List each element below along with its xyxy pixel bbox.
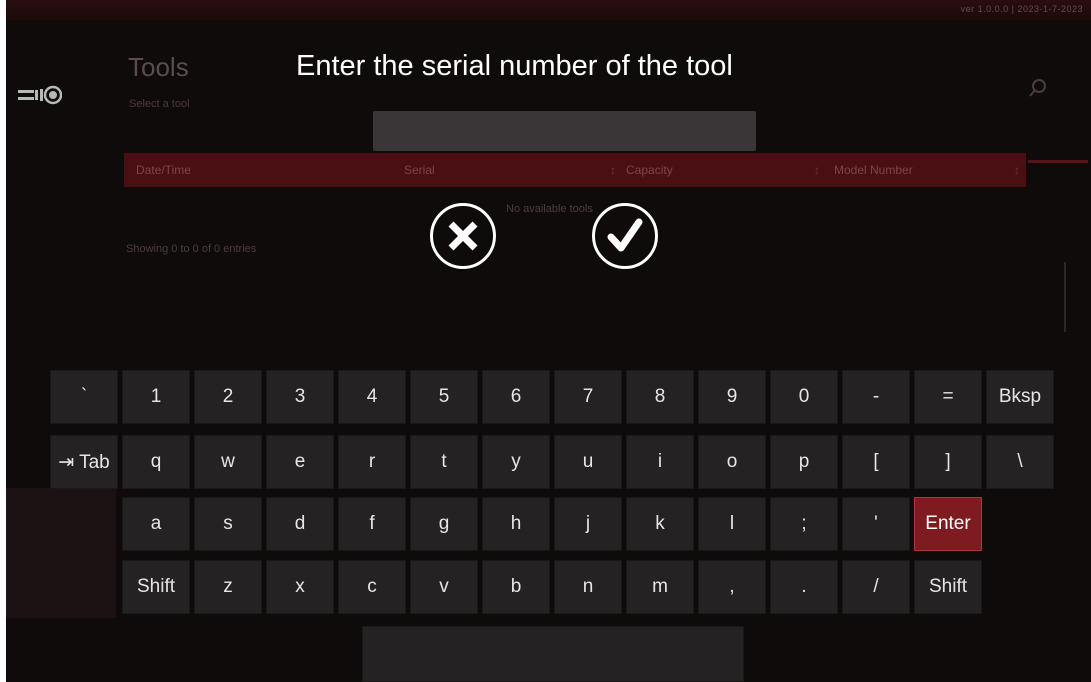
key-f[interactable]: f [338, 497, 406, 551]
key-2[interactable]: 2 [194, 370, 262, 424]
key-tab[interactable]: ⇥ Tab [50, 435, 118, 489]
cancel-button[interactable] [430, 203, 496, 269]
column-header: Date/Time [136, 163, 191, 177]
key-b[interactable]: b [482, 560, 550, 614]
key-s[interactable]: s [194, 497, 262, 551]
key-slash[interactable]: / [842, 560, 910, 614]
key-3[interactable]: 3 [266, 370, 334, 424]
key-l[interactable]: l [698, 497, 766, 551]
app-logo-icon [18, 85, 62, 105]
key-c[interactable]: c [338, 560, 406, 614]
key-w[interactable]: w [194, 435, 262, 489]
key-period[interactable]: . [770, 560, 838, 614]
key-e[interactable]: e [266, 435, 334, 489]
table-header: Date/Time Serial ↕ Capacity ↕ Model Numb… [124, 153, 1026, 187]
page-subtitle: Select a tool [129, 98, 190, 110]
key-0[interactable]: 0 [770, 370, 838, 424]
key-shift[interactable]: Shift [914, 560, 982, 614]
key-enter[interactable]: Enter [914, 497, 982, 551]
key-backslash[interactable]: \ [986, 435, 1054, 489]
key-8[interactable]: 8 [626, 370, 694, 424]
search-box [373, 111, 756, 151]
prompt-text: Enter the serial number of the tool [296, 50, 733, 82]
check-icon [607, 218, 643, 252]
key-bksp[interactable]: Bksp [986, 370, 1054, 424]
key-7[interactable]: 7 [554, 370, 622, 424]
key-g[interactable]: g [410, 497, 478, 551]
key-h[interactable]: h [482, 497, 550, 551]
version-text: ver 1.0.0.0 | 2023-1-7-2023 [960, 4, 1083, 14]
pagination-info: Showing 0 to 0 of 0 entries [126, 243, 257, 255]
key-9[interactable]: 9 [698, 370, 766, 424]
key-z[interactable]: z [194, 560, 262, 614]
app-screen: ver 1.0.0.0 | 2023-1-7-2023 Tools Select… [6, 0, 1091, 682]
side-panel [6, 488, 116, 618]
key-k[interactable]: k [626, 497, 694, 551]
column-header: Capacity [626, 163, 673, 177]
scroll-track [1064, 262, 1066, 332]
column-separator: ↕ [814, 163, 820, 177]
key-6[interactable]: 6 [482, 370, 550, 424]
key-r[interactable]: r [338, 435, 406, 489]
empty-table-text: No available tools [506, 203, 593, 215]
key-m[interactable]: m [626, 560, 694, 614]
close-icon [448, 221, 478, 251]
key-y[interactable]: y [482, 435, 550, 489]
column-header: Model Number [834, 163, 913, 177]
column-header: Serial [404, 163, 435, 177]
column-separator: ↕ [1014, 163, 1020, 177]
space-key[interactable] [362, 626, 744, 682]
key-d[interactable]: d [266, 497, 334, 551]
key-left-bracket[interactable]: [ [842, 435, 910, 489]
page-title: Tools [128, 52, 189, 82]
key-minus[interactable]: - [842, 370, 910, 424]
key-comma[interactable]: , [698, 560, 766, 614]
key-i[interactable]: i [626, 435, 694, 489]
search-icon [1029, 79, 1046, 97]
confirm-button[interactable] [592, 203, 658, 269]
key-j[interactable]: j [554, 497, 622, 551]
key-a[interactable]: a [122, 497, 190, 551]
key-quote[interactable]: ' [842, 497, 910, 551]
key-q[interactable]: q [122, 435, 190, 489]
key-x[interactable]: x [266, 560, 334, 614]
key-right-bracket[interactable]: ] [914, 435, 982, 489]
key-backtick[interactable]: ` [50, 370, 118, 424]
key-shift[interactable]: Shift [122, 560, 190, 614]
key-semicolon[interactable]: ; [770, 497, 838, 551]
column-separator: ↕ [610, 163, 616, 177]
key-t[interactable]: t [410, 435, 478, 489]
key-u[interactable]: u [554, 435, 622, 489]
key-v[interactable]: v [410, 560, 478, 614]
top-bar: ver 1.0.0.0 | 2023-1-7-2023 [6, 0, 1091, 20]
key-p[interactable]: p [770, 435, 838, 489]
key-4[interactable]: 4 [338, 370, 406, 424]
key-5[interactable]: 5 [410, 370, 478, 424]
key-equals[interactable]: = [914, 370, 982, 424]
key-o[interactable]: o [698, 435, 766, 489]
header-accent-line [1028, 160, 1088, 163]
key-n[interactable]: n [554, 560, 622, 614]
key-1[interactable]: 1 [122, 370, 190, 424]
